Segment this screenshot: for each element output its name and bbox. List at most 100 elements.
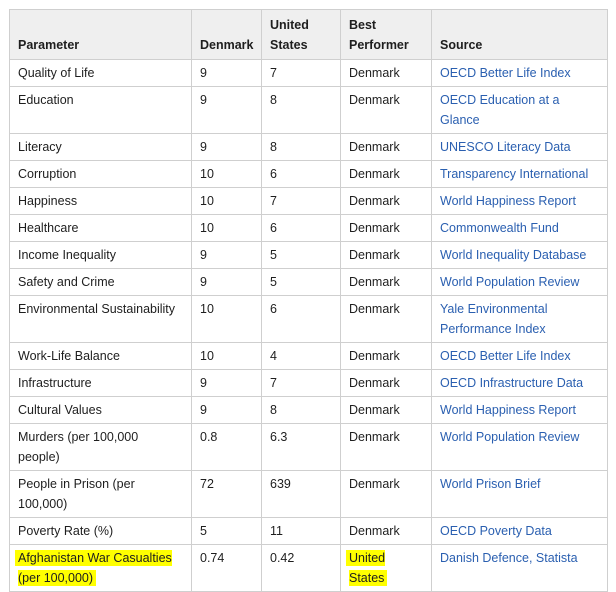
cell-united-states: 6.3 — [261, 423, 341, 471]
cell-united-states: 6 — [261, 295, 341, 343]
cell-denmark: 9 — [191, 369, 262, 397]
cell-source: World Prison Brief — [431, 470, 608, 518]
source-link[interactable]: OECD Education at a Glance — [440, 93, 560, 127]
cell-parameter: Work-Life Balance — [9, 342, 192, 370]
cell-source: World Population Review — [431, 423, 608, 471]
table-row: People in Prison (per 100,000) 72 639 De… — [9, 470, 608, 518]
cell-denmark: 5 — [191, 517, 262, 545]
cell-united-states: 7 — [261, 59, 341, 87]
cell-denmark: 10 — [191, 160, 262, 188]
cell-source: OECD Poverty Data — [431, 517, 608, 545]
cell-parameter: Happiness — [9, 187, 192, 215]
cell-denmark: 9 — [191, 133, 262, 161]
cell-best-performer: Denmark — [340, 86, 432, 134]
cell-united-states: 4 — [261, 342, 341, 370]
cell-source: World Happiness Report — [431, 187, 608, 215]
cell-best-performer: Denmark — [340, 59, 432, 87]
source-link[interactable]: World Prison Brief — [440, 477, 541, 491]
table-row: Literacy 9 8 Denmark UNESCO Literacy Dat… — [9, 133, 608, 161]
cell-parameter: Healthcare — [9, 214, 192, 242]
header-united-states: United States — [261, 9, 341, 60]
source-link[interactable]: World Population Review — [440, 275, 579, 289]
cell-source: OECD Better Life Index — [431, 342, 608, 370]
cell-denmark: 10 — [191, 187, 262, 215]
cell-best-performer: Denmark — [340, 241, 432, 269]
cell-united-states: 6 — [261, 214, 341, 242]
table-row: Safety and Crime 9 5 Denmark World Popul… — [9, 268, 608, 296]
table-row: Income Inequality 9 5 Denmark World Ineq… — [9, 241, 608, 269]
cell-united-states: 11 — [261, 517, 341, 545]
source-link[interactable]: World Population Review — [440, 430, 579, 444]
source-link[interactable]: World Inequality Database — [440, 248, 586, 262]
table-header-row: Parameter Denmark United States Best Per… — [9, 9, 608, 60]
source-link[interactable]: OECD Infrastructure Data — [440, 376, 583, 390]
cell-best-performer: Denmark — [340, 295, 432, 343]
cell-best-performer: Denmark — [340, 517, 432, 545]
table-row: Quality of Life 9 7 Denmark OECD Better … — [9, 59, 608, 87]
cell-source: World Happiness Report — [431, 396, 608, 424]
cell-parameter: Quality of Life — [9, 59, 192, 87]
cell-parameter: Literacy — [9, 133, 192, 161]
highlighted-best-performer: United States — [346, 550, 388, 586]
table-row: Poverty Rate (%) 5 11 Denmark OECD Pover… — [9, 517, 608, 545]
cell-best-performer: United States — [340, 544, 432, 592]
cell-parameter: Afghanistan War Casualties (per 100,000) — [9, 544, 192, 592]
cell-best-performer: Denmark — [340, 470, 432, 518]
source-link[interactable]: World Happiness Report — [440, 194, 576, 208]
cell-united-states: 8 — [261, 133, 341, 161]
table-row: Environmental Sustainability 10 6 Denmar… — [9, 295, 608, 343]
header-parameter: Parameter — [9, 9, 192, 60]
table-row: Corruption 10 6 Denmark Transparency Int… — [9, 160, 608, 188]
cell-united-states: 639 — [261, 470, 341, 518]
source-link[interactable]: UNESCO Literacy Data — [440, 140, 571, 154]
table-row: Healthcare 10 6 Denmark Commonwealth Fun… — [9, 214, 608, 242]
cell-source: Danish Defence, Statista — [431, 544, 608, 592]
source-link[interactable]: OECD Better Life Index — [440, 349, 571, 363]
cell-best-performer: Denmark — [340, 187, 432, 215]
cell-best-performer: Denmark — [340, 342, 432, 370]
table-row: Happiness 10 7 Denmark World Happiness R… — [9, 187, 608, 215]
comparison-table-container: Parameter Denmark United States Best Per… — [9, 9, 608, 592]
source-link[interactable]: Danish Defence, Statista — [440, 551, 578, 565]
table-row: Murders (per 100,000 people) 0.8 6.3 Den… — [9, 423, 608, 471]
cell-united-states: 6 — [261, 160, 341, 188]
source-link[interactable]: Yale Environmental Performance Index — [440, 302, 547, 336]
table-row: Work-Life Balance 10 4 Denmark OECD Bett… — [9, 342, 608, 370]
cell-parameter: Cultural Values — [9, 396, 192, 424]
source-link[interactable]: OECD Poverty Data — [440, 524, 552, 538]
cell-source: Transparency International — [431, 160, 608, 188]
cell-united-states: 0.42 — [261, 544, 341, 592]
cell-united-states: 5 — [261, 241, 341, 269]
cell-united-states: 7 — [261, 187, 341, 215]
cell-parameter: Corruption — [9, 160, 192, 188]
cell-source: OECD Education at a Glance — [431, 86, 608, 134]
cell-source: UNESCO Literacy Data — [431, 133, 608, 161]
cell-best-performer: Denmark — [340, 214, 432, 242]
highlighted-parameter: Afghanistan War Casualties (per 100,000) — [15, 550, 172, 586]
cell-parameter: Poverty Rate (%) — [9, 517, 192, 545]
cell-parameter: Infrastructure — [9, 369, 192, 397]
cell-denmark: 9 — [191, 59, 262, 87]
source-link[interactable]: Transparency International — [440, 167, 588, 181]
cell-parameter: Safety and Crime — [9, 268, 192, 296]
cell-denmark: 10 — [191, 295, 262, 343]
cell-united-states: 7 — [261, 369, 341, 397]
cell-parameter: Environmental Sustainability — [9, 295, 192, 343]
comparison-table: Parameter Denmark United States Best Per… — [9, 9, 608, 592]
table-row: Infrastructure 9 7 Denmark OECD Infrastr… — [9, 369, 608, 397]
cell-denmark: 9 — [191, 241, 262, 269]
cell-source: World Population Review — [431, 268, 608, 296]
table-row-highlighted: Afghanistan War Casualties (per 100,000)… — [9, 544, 608, 592]
cell-denmark: 10 — [191, 214, 262, 242]
cell-parameter: Murders (per 100,000 people) — [9, 423, 192, 471]
source-link[interactable]: Commonwealth Fund — [440, 221, 559, 235]
cell-best-performer: Denmark — [340, 268, 432, 296]
source-link[interactable]: OECD Better Life Index — [440, 66, 571, 80]
cell-best-performer: Denmark — [340, 369, 432, 397]
cell-parameter: People in Prison (per 100,000) — [9, 470, 192, 518]
cell-best-performer: Denmark — [340, 423, 432, 471]
cell-source: Yale Environmental Performance Index — [431, 295, 608, 343]
source-link[interactable]: World Happiness Report — [440, 403, 576, 417]
cell-denmark: 9 — [191, 268, 262, 296]
table-body: Quality of Life 9 7 Denmark OECD Better … — [9, 59, 608, 592]
